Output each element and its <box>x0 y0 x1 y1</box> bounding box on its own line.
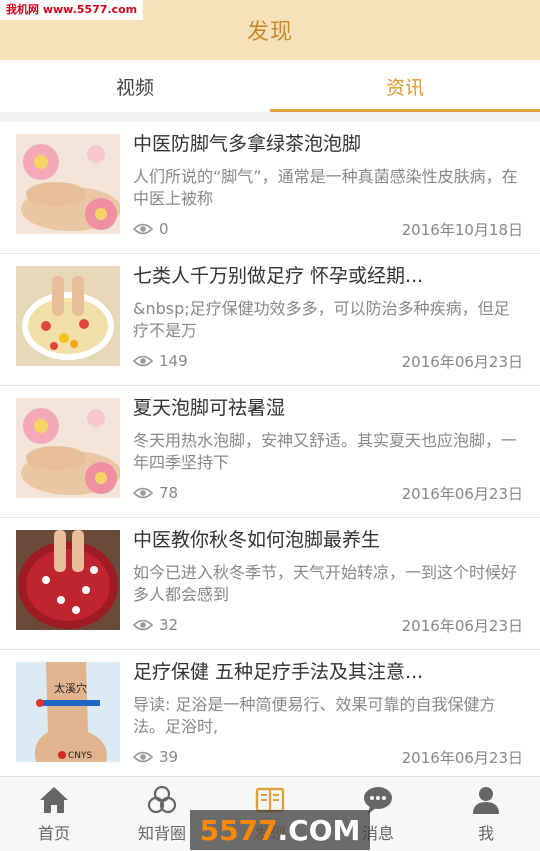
article-item[interactable]: 中医防脚气多拿绿茶泡泡脚 人们所说的“脚气”，通常是一种真菌感染性皮肤病，在中医… <box>0 122 540 254</box>
acupoint-label: 太溪穴 <box>54 681 87 695</box>
tab-news[interactable]: 资讯 <box>270 60 540 112</box>
circles-icon <box>147 785 177 814</box>
nav-label: 我 <box>477 824 494 843</box>
nav-label: 首页 <box>37 824 70 843</box>
tab-bar: 视频 资讯 <box>0 60 540 113</box>
article-meta: 0 2016年10月18日 <box>133 218 523 240</box>
view-count-value: 149 <box>159 352 188 370</box>
nav-me[interactable]: 我 <box>432 777 540 851</box>
nav-home[interactable]: 首页 <box>0 777 108 851</box>
tab-video[interactable]: 视频 <box>0 60 270 112</box>
view-count: 0 <box>133 220 169 238</box>
view-count-value: 0 <box>159 220 169 238</box>
article-thumbnail <box>16 530 120 630</box>
divider <box>0 112 540 122</box>
view-count-value: 78 <box>159 484 179 502</box>
watermark-part1: 5577 <box>199 813 278 847</box>
article-date: 2016年06月23日 <box>401 748 523 767</box>
article-thumbnail <box>16 266 120 366</box>
eye-icon <box>133 355 153 367</box>
article-meta: 32 2016年06月23日 <box>133 614 523 636</box>
article-summary: 如今已进入秋冬季节，天气开始转凉，一到这个时候好多人都会感到 <box>133 563 518 604</box>
home-icon <box>40 787 68 813</box>
watermark-part2: .COM <box>277 813 361 847</box>
article-summary: 人们所说的“脚气”，通常是一种真菌感染性皮肤病，在中医上被称 <box>133 167 518 208</box>
article-item[interactable]: 中医教你秋冬如何泡脚最养生 如今已进入秋冬季节，天气开始转凉，一到这个时候好多人… <box>0 518 540 650</box>
view-count-value: 39 <box>159 748 179 766</box>
article-list: 中医防脚气多拿绿茶泡泡脚 人们所说的“脚气”，通常是一种真菌感染性皮肤病，在中医… <box>0 122 540 776</box>
article-summary: 导读: 足浴是一种简便易行、效果可靠的自我保健方法。足浴时, <box>133 695 496 736</box>
article-summary: 冬天用热水泡脚，安神又舒适。其实夏天也应泡脚，一年四季坚持下 <box>133 431 518 472</box>
article-date: 2016年06月23日 <box>401 484 523 503</box>
article-meta: 78 2016年06月23日 <box>133 482 523 504</box>
article-date: 2016年10月18日 <box>401 220 523 239</box>
article-summary: &nbsp;足疗保健功效多多，可以防治多种疾病，但足疗不是万 <box>133 299 510 340</box>
view-count: 78 <box>133 484 178 502</box>
article-meta: 149 2016年06月23日 <box>133 350 523 372</box>
article-title: 中医教你秋冬如何泡脚最养生 <box>133 529 381 551</box>
article-item[interactable]: 七类人千万别做足疗 怀孕或经期... &nbsp;足疗保健功效多多，可以防治多种… <box>0 254 540 386</box>
article-title: 足疗保健 五种足疗手法及其注意... <box>133 661 424 683</box>
article-title: 中医防脚气多拿绿茶泡泡脚 <box>133 133 362 155</box>
article-date: 2016年06月23日 <box>401 616 523 635</box>
view-count: 32 <box>133 616 178 634</box>
article-title: 夏天泡脚可祛暑湿 <box>133 397 286 419</box>
view-count: 149 <box>133 352 188 370</box>
tab-label: 资讯 <box>385 76 424 99</box>
eye-icon <box>133 487 153 499</box>
thumb-logo: CNYS <box>68 751 93 761</box>
page-title: 发现 <box>246 20 293 45</box>
nav-label: 知背圈 <box>137 824 186 843</box>
article-title: 七类人千万别做足疗 怀孕或经期... <box>133 265 424 287</box>
article-meta: 39 2016年06月23日 <box>133 746 523 768</box>
article-thumbnail: 太溪穴 CNYS <box>16 662 120 762</box>
view-count: 39 <box>133 748 178 766</box>
article-date: 2016年06月23日 <box>401 352 523 371</box>
watermark-bottom: 5577 .COM <box>190 810 370 850</box>
article-thumbnail <box>16 398 120 498</box>
eye-icon <box>133 751 153 763</box>
eye-icon <box>133 223 153 235</box>
tab-label: 视频 <box>115 76 154 99</box>
view-count-value: 32 <box>159 616 179 634</box>
watermark-top: 我机网 www.5577.com <box>0 0 144 20</box>
article-item[interactable]: 夏天泡脚可祛暑湿 冬天用热水泡脚，安神又舒适。其实夏天也应泡脚，一年四季坚持下 … <box>0 386 540 518</box>
article-item[interactable]: 太溪穴 CNYS 足疗保健 五种足疗手法及其注意... 导读: 足浴是一种简便易… <box>0 650 540 776</box>
article-thumbnail <box>16 134 120 234</box>
user-icon <box>473 787 499 814</box>
eye-icon <box>133 619 153 631</box>
